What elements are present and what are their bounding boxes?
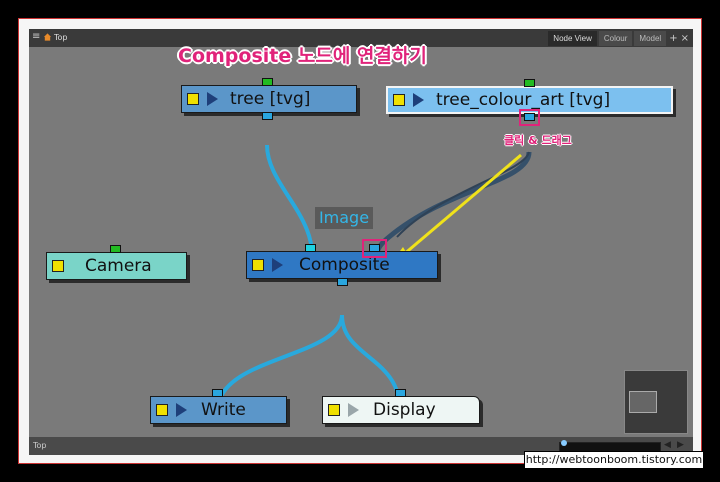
node-tree[interactable]: tree [tvg] [181,85,357,113]
add-view-icon[interactable]: + [669,33,677,44]
tab-colour[interactable]: Colour [598,31,633,46]
node-label: tree_colour_art [tvg] [436,90,611,110]
zoom-slider-handle[interactable] [561,440,567,446]
tab-model[interactable]: Model [634,31,667,46]
node-label: Composite [299,255,390,275]
node-camera[interactable]: Camera [46,252,187,280]
menu-icon[interactable]: ≡ [32,32,40,42]
node-label: tree [tvg] [230,89,311,109]
node-tree-colour-art-input-port[interactable] [524,79,535,87]
home-icon[interactable] [43,32,52,42]
node-composite-output-port[interactable] [337,278,348,286]
node-label: Camera [85,256,152,276]
image-port-label: Image [315,207,373,229]
drop-target-highlight [362,239,387,258]
node-enable-toggle[interactable] [328,404,340,416]
node-label: Write [201,400,246,420]
node-display-input-port[interactable] [395,389,406,397]
minimap-viewport[interactable] [629,391,657,413]
tab-node-view[interactable]: Node View [548,31,597,46]
node-enable-toggle[interactable] [252,259,264,271]
node-expand-icon[interactable] [272,258,283,272]
node-enable-toggle[interactable] [187,93,199,105]
node-expand-icon[interactable] [348,403,359,417]
status-breadcrumb: Top [33,441,47,450]
watermark: http://webtoonboom.tistory.com [524,451,704,469]
node-tree-input-port[interactable] [262,78,273,86]
node-composite[interactable]: Composite [246,251,438,279]
node-enable-toggle[interactable] [52,260,64,272]
nav-right-icon[interactable]: ▶ [677,440,684,450]
node-write[interactable]: Write [150,396,287,424]
node-expand-icon[interactable] [413,93,424,107]
node-expand-icon[interactable] [207,92,218,106]
view-tabs: Node View Colour Model + × [546,30,689,47]
drag-instruction: 클릭 & 드래그 [504,134,572,147]
close-icon[interactable]: × [681,33,689,44]
drag-arrow-line [402,153,522,257]
nav-left-icon[interactable]: ◀ [664,440,671,450]
connection-composite-to-write [216,314,344,410]
node-enable-toggle[interactable] [393,94,405,106]
node-tree-output-port[interactable] [262,112,273,120]
connection-composite-to-display [340,314,402,410]
node-write-input-port[interactable] [212,389,223,397]
node-display[interactable]: Display [322,396,480,424]
node-expand-icon[interactable] [176,403,187,417]
tutorial-title: Composite 노드에 연결하기 [178,45,427,67]
navigator-minimap[interactable] [624,370,688,434]
node-enable-toggle[interactable] [156,404,168,416]
node-composite-input-port-1[interactable] [305,244,316,252]
node-label: Display [373,400,436,420]
drag-start-highlight [519,109,540,126]
node-camera-input-port[interactable] [110,245,121,253]
breadcrumb[interactable]: Top [54,33,68,42]
